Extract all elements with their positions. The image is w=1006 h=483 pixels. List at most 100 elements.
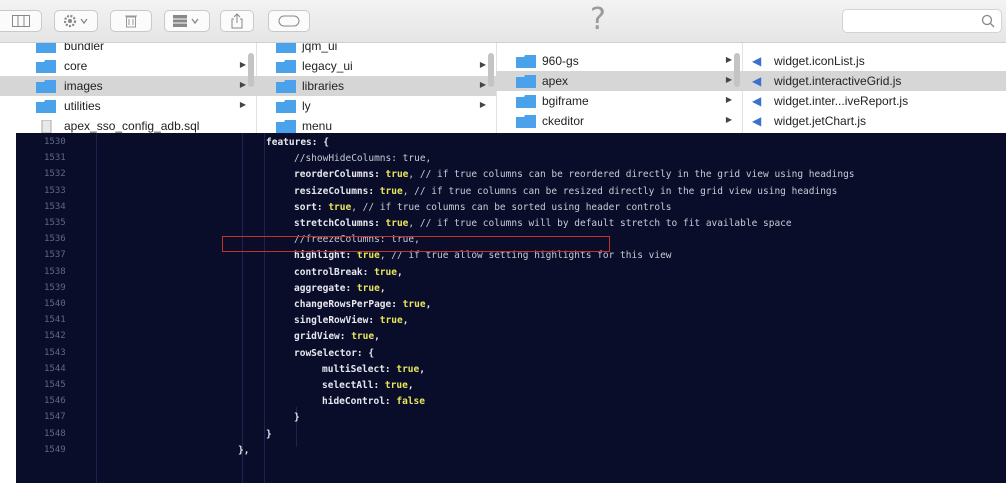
list-item[interactable]: ◀ widget.inter...iveReport.js [742, 91, 1006, 111]
code-token: , // if true columns can be sorted using… [351, 201, 672, 213]
item-label: widget.iconList.js [774, 54, 865, 68]
code-line[interactable]: changeRowsPerPage: true, [294, 297, 431, 313]
line-number-text: 1531 [44, 153, 66, 164]
code-token: singleRowView: [294, 315, 380, 327]
list-item[interactable]: jqm_ui [256, 43, 496, 56]
search-field[interactable] [842, 9, 1002, 33]
code-token: hideControl: [322, 396, 397, 408]
search-icon[interactable] [981, 14, 995, 28]
folder-icon [276, 120, 296, 133]
list-item[interactable]: core ▶ [0, 56, 256, 76]
line-number-text: 1538 [44, 266, 66, 277]
code-line[interactable]: multiSelect: true, [322, 362, 425, 378]
code-line[interactable]: singleRowView: true, [294, 313, 408, 329]
list-item-selected[interactable]: images ▶ [0, 76, 256, 96]
code-line[interactable]: reorderColumns: true, // if true columns… [294, 167, 855, 183]
line-number-text: 1544 [44, 363, 66, 374]
code-token: gridView: [294, 331, 352, 343]
code-line[interactable]: sort: true, // if true columns can be so… [294, 200, 672, 216]
js-file-icon: ◀ [752, 94, 762, 108]
code-line[interactable]: } [266, 427, 272, 443]
item-label: menu [302, 119, 333, 133]
code-token: multiSelect: [322, 363, 397, 375]
code-token: features: { [266, 137, 329, 148]
code-line[interactable]: //showHideColumns: true, [294, 151, 431, 167]
item-label: apex_sso_config_adb.sql [64, 119, 200, 133]
code-line[interactable]: }, [238, 443, 249, 459]
code-line[interactable]: gridView: true, [294, 329, 380, 345]
code-token: } [294, 412, 300, 424]
scrollbar[interactable] [734, 53, 740, 87]
line-number: 1543 [16, 346, 96, 362]
search-input[interactable] [851, 13, 975, 29]
scrollbar[interactable] [488, 53, 494, 87]
code-line[interactable]: hideControl: false [322, 394, 425, 410]
folder-icon [36, 100, 56, 113]
code-token: true [356, 250, 380, 262]
folder-icon [36, 60, 56, 73]
item-label: legacy_ui [302, 59, 353, 73]
code-line[interactable]: selectAll: true, [322, 378, 414, 394]
list-item-selected[interactable]: apex ▶ [496, 71, 742, 91]
chevron-right-icon: ▶ [725, 75, 732, 84]
code-token: , [396, 266, 403, 278]
code-line[interactable]: resizeColumns: true, // if true columns … [294, 184, 837, 200]
line-number: 1540 [16, 297, 96, 313]
code-line[interactable]: aggregate: true, [294, 281, 386, 297]
tags-button[interactable] [268, 10, 310, 32]
code-line[interactable]: controlBreak: true, [294, 265, 403, 281]
scrollbar[interactable] [248, 53, 254, 87]
trash-icon [125, 15, 137, 28]
line-number-text: 1536 [44, 234, 66, 245]
code-line[interactable]: } [294, 410, 300, 426]
list-item[interactable]: ◀ widget.iconList.js [742, 51, 1006, 71]
arrange-button[interactable] [164, 10, 210, 32]
list-item-selected[interactable]: libraries ▶ [256, 76, 496, 96]
line-number: 1534 [16, 200, 96, 216]
folder-icon [276, 80, 296, 93]
item-label: widget.jetChart.js [774, 114, 867, 128]
code-token: resizeColumns: [294, 185, 380, 197]
line-number-text: 1530 [44, 137, 66, 147]
list-item[interactable]: bgiframe ▶ [496, 91, 742, 111]
indent-guide [242, 133, 243, 483]
list-item[interactable]: ckeditor ▶ [496, 111, 742, 131]
column-view-button[interactable] [0, 10, 42, 32]
code-line[interactable]: stretchColumns: true, // if true columns… [294, 216, 792, 232]
chevron-right-icon: ▶ [725, 55, 732, 64]
share-button[interactable] [220, 10, 254, 32]
list-item-selected[interactable]: ◀ widget.interactiveGrid.js [742, 71, 1006, 91]
delete-button[interactable] [110, 10, 152, 32]
code-token: }, [238, 444, 250, 456]
code-token: , // if true columns can be reordered di… [408, 169, 855, 181]
code-token: controlBreak: [294, 266, 375, 278]
indent-guide [96, 133, 97, 483]
code-token: , [379, 282, 386, 294]
action-menu-button[interactable] [54, 10, 98, 32]
line-number: 1535 [16, 216, 96, 232]
list-item[interactable]: 960-gs ▶ [496, 51, 742, 71]
tag-icon [278, 15, 300, 27]
folder-icon [276, 43, 296, 53]
line-number-text: 1533 [44, 185, 66, 196]
chevron-right-icon: ▶ [479, 60, 486, 69]
list-item[interactable]: ◀ widget.jetChart.js [742, 111, 1006, 131]
highlight-box [222, 236, 610, 252]
line-number-text: 1543 [44, 347, 66, 358]
chevron-right-icon: ▶ [239, 80, 246, 89]
js-file-icon: ◀ [752, 54, 762, 68]
item-label: ckeditor [542, 114, 585, 128]
line-number-text: 1542 [44, 331, 66, 342]
finder-column-browser: bundler core ▶ images ▶ utilities ▶ apex… [0, 43, 1006, 135]
code-token: , [374, 331, 380, 343]
code-line[interactable]: features: { [266, 135, 329, 151]
line-number: 1548 [16, 427, 96, 443]
list-item[interactable]: utilities ▶ [0, 96, 256, 116]
list-item[interactable]: bundler [0, 43, 256, 56]
code-editor[interactable]: 1530 features: { 1531 //showHideColumns: tr… [16, 133, 1006, 483]
list-item[interactable]: legacy_ui ▶ [256, 56, 496, 76]
list-item[interactable]: ly ▶ [256, 96, 496, 116]
chevron-right-icon: ▶ [479, 100, 486, 109]
code-token: true [385, 169, 409, 181]
code-line[interactable]: rowSelector: { [294, 346, 374, 362]
